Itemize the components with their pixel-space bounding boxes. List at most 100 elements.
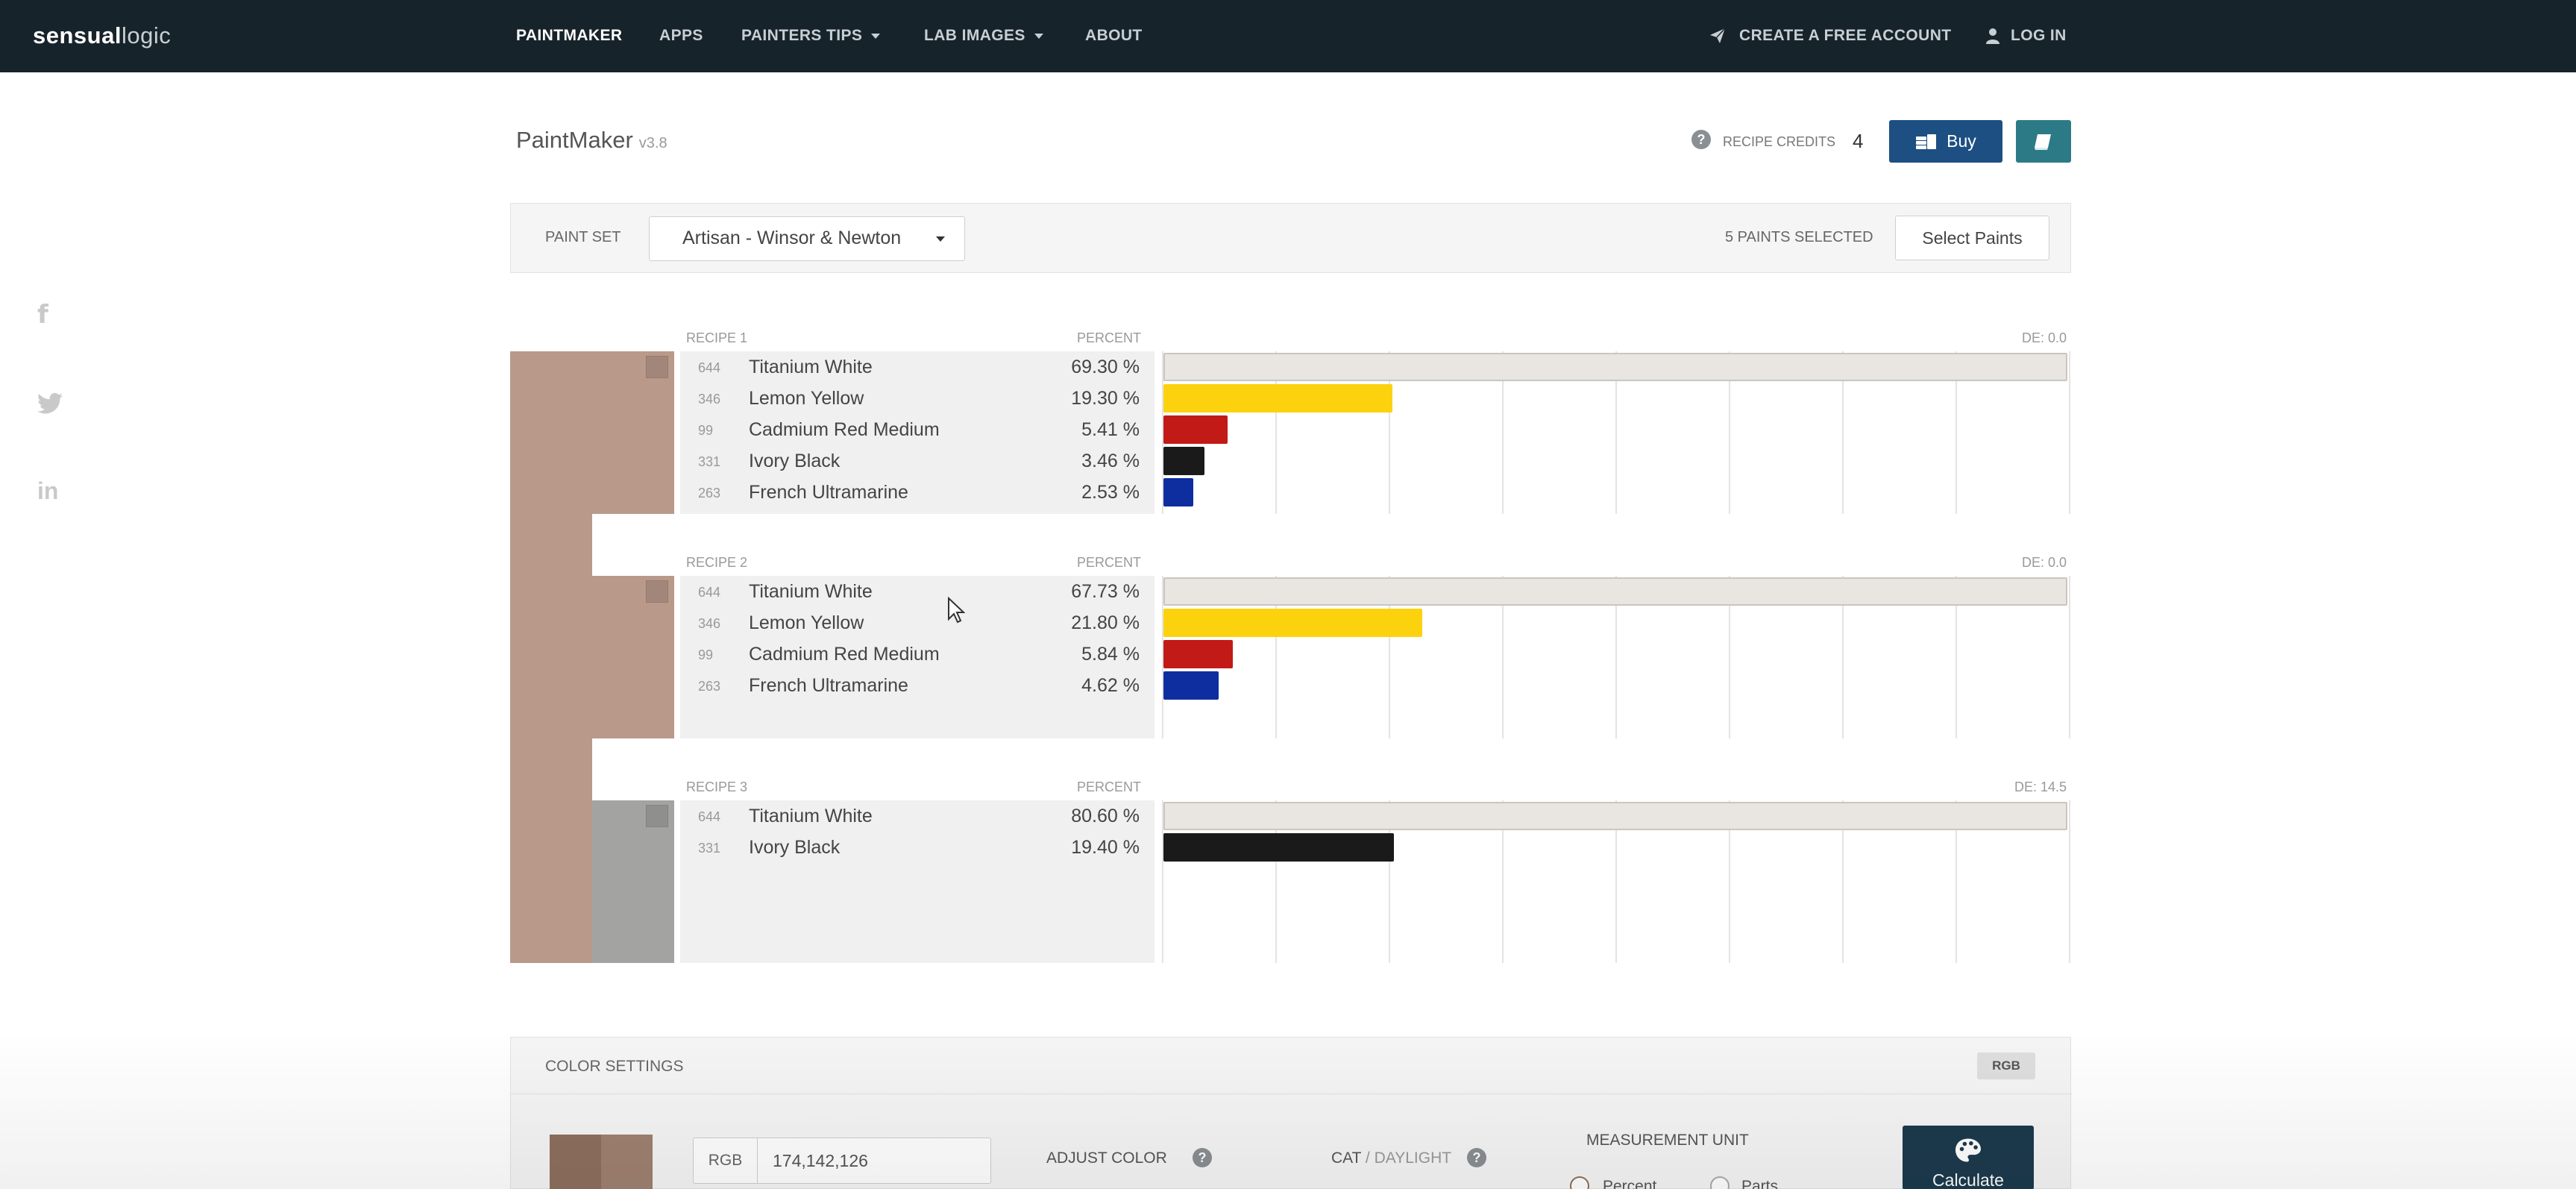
paint-amount-bar xyxy=(1163,384,1392,412)
nav-painters-tips[interactable]: PAINTERS TIPS xyxy=(741,27,881,45)
paint-percent: 67.73 % xyxy=(1071,581,1140,602)
create-account-link[interactable]: CREATE A FREE ACCOUNT xyxy=(1708,27,1952,45)
paint-percent: 80.60 % xyxy=(1071,806,1140,826)
paint-amount-bar xyxy=(1163,447,1204,475)
facebook-icon[interactable]: f xyxy=(37,300,48,330)
adjust-color-label: ADJUST COLOR xyxy=(1046,1149,1167,1167)
calculate-button-label: Calculate xyxy=(1932,1170,2004,1189)
recipe-bar-chart xyxy=(1162,800,2071,963)
measurement-unit-label: MEASUREMENT UNIT xyxy=(1586,1132,1749,1149)
rgb-input-group[interactable]: RGB 174,142,126 xyxy=(693,1138,991,1184)
unit-parts-radio[interactable] xyxy=(1710,1176,1730,1189)
paint-percent: 19.40 % xyxy=(1071,837,1140,858)
paint-set-bar: PAINT SET Artisan - Winsor & Newton 5 PA… xyxy=(510,203,2071,273)
paint-percent: 69.30 % xyxy=(1071,357,1140,377)
chevron-down-icon xyxy=(1034,33,1043,39)
top-navbar: sensuallogic PAINTMAKER APPS PAINTERS TI… xyxy=(0,0,2576,72)
mouse-cursor-icon xyxy=(948,597,965,624)
delta-e-value: DE: 14.5 xyxy=(2014,779,2067,794)
paint-row[interactable]: 263 French Ultramarine 4.62 % xyxy=(680,670,1155,701)
chart-grid-line xyxy=(2069,576,2070,738)
percent-header: PERCENT xyxy=(1077,330,1142,345)
paint-percent: 5.41 % xyxy=(1081,419,1140,440)
recipe-mini-swatch[interactable] xyxy=(646,580,668,603)
paint-amount-bar xyxy=(1163,640,1233,668)
recipe-mini-swatch[interactable] xyxy=(646,356,668,378)
swatch-part xyxy=(601,1135,653,1189)
recipe-title: RECIPE 2 xyxy=(686,555,748,570)
nav-apps[interactable]: APPS xyxy=(659,27,703,45)
nav-about[interactable]: ABOUT xyxy=(1085,27,1143,45)
paint-amount-bar xyxy=(1163,577,2067,606)
guide-button[interactable] xyxy=(2016,120,2071,163)
paint-code: 644 xyxy=(698,360,721,375)
paint-code: 346 xyxy=(698,616,721,631)
twitter-icon[interactable] xyxy=(37,392,63,415)
paint-row[interactable]: 99 Cadmium Red Medium 5.84 % xyxy=(680,639,1155,670)
linkedin-icon[interactable]: in xyxy=(37,477,58,505)
recipe-paint-list: 644 Titanium White 69.30 % 346 Lemon Yellow 1… xyxy=(680,351,1155,514)
login-link[interactable]: LOG IN xyxy=(1985,27,2067,45)
recipe-mini-swatch[interactable] xyxy=(646,805,668,827)
paint-row[interactable]: 99 Cadmium Red Medium 5.41 % xyxy=(680,414,1155,445)
help-icon[interactable]: ? xyxy=(1193,1148,1212,1167)
buy-button-label: Buy xyxy=(1947,131,1976,151)
paint-set-selected-value: Artisan - Winsor & Newton xyxy=(682,228,902,248)
rgb-mode-badge[interactable]: RGB xyxy=(1977,1052,2035,1079)
user-icon xyxy=(1986,28,1999,44)
logo-light: logic xyxy=(121,22,172,48)
paint-row[interactable]: 644 Titanium White 67.73 % xyxy=(680,576,1155,607)
palette-icon xyxy=(1955,1138,1981,1162)
nav-paintmaker[interactable]: PAINTMAKER xyxy=(516,27,622,45)
logo[interactable]: sensuallogic xyxy=(33,22,171,49)
rgb-input-value[interactable]: 174,142,126 xyxy=(773,1151,868,1171)
paint-amount-bar xyxy=(1163,671,1219,700)
paint-name: French Ultramarine xyxy=(749,675,908,696)
color-settings-header: COLOR SETTINGS RGB xyxy=(511,1038,2072,1094)
paint-amount-bar xyxy=(1163,609,1422,637)
nav-lab-images-label: LAB IMAGES xyxy=(924,27,1025,44)
help-icon[interactable]: ? xyxy=(1691,130,1711,149)
paint-row[interactable]: 644 Titanium White 80.60 % xyxy=(680,800,1155,832)
paint-code: 644 xyxy=(698,809,721,824)
recipe-credits-value: 4 xyxy=(1853,130,1864,152)
paint-percent: 4.62 % xyxy=(1081,675,1140,696)
select-paints-button[interactable]: Select Paints xyxy=(1895,216,2049,260)
paint-amount-bar xyxy=(1163,833,1394,862)
paint-amount-bar xyxy=(1163,415,1228,444)
paint-set-select[interactable]: Artisan - Winsor & Newton xyxy=(649,216,965,261)
calculate-button[interactable]: Calculate xyxy=(1903,1126,2034,1189)
paint-name: Lemon Yellow xyxy=(749,388,864,409)
nav-painters-tips-label: PAINTERS TIPS xyxy=(741,27,863,44)
percent-header: PERCENT xyxy=(1077,555,1142,570)
unit-percent-radio[interactable] xyxy=(1570,1176,1589,1189)
paint-row[interactable]: 263 French Ultramarine 2.53 % xyxy=(680,477,1155,508)
app-version: v3.8 xyxy=(638,135,667,151)
paint-row[interactable]: 346 Lemon Yellow 21.80 % xyxy=(680,607,1155,639)
paint-row[interactable]: 644 Titanium White 69.30 % xyxy=(680,351,1155,383)
paint-percent: 3.46 % xyxy=(1081,451,1140,471)
delta-e-value: DE: 0.0 xyxy=(2021,330,2067,345)
logo-bold: sensual xyxy=(33,22,122,48)
paint-name: Titanium White xyxy=(749,806,873,826)
paint-name: Ivory Black xyxy=(749,451,841,471)
app-name: PaintMaker xyxy=(516,127,633,153)
unit-parts-label: Parts xyxy=(1741,1178,1779,1189)
paint-row[interactable]: 346 Lemon Yellow 19.30 % xyxy=(680,383,1155,414)
paint-code: 99 xyxy=(698,423,714,438)
paint-row[interactable]: 331 Ivory Black 19.40 % xyxy=(680,832,1155,863)
recipe-credits-label: RECIPE CREDITS xyxy=(1723,134,1836,149)
paint-set-label: PAINT SET xyxy=(545,229,621,245)
target-color-column xyxy=(510,351,592,963)
buy-button[interactable]: Buy xyxy=(1889,120,2002,163)
nav-lab-images[interactable]: LAB IMAGES xyxy=(924,27,1043,45)
help-icon[interactable]: ? xyxy=(1467,1148,1486,1167)
paint-percent: 5.84 % xyxy=(1081,644,1140,665)
paint-row[interactable]: 331 Ivory Black 3.46 % xyxy=(680,445,1155,477)
create-account-label: CREATE A FREE ACCOUNT xyxy=(1739,27,1952,44)
paper-plane-icon xyxy=(1710,28,1726,43)
color-settings-title: COLOR SETTINGS xyxy=(545,1058,684,1075)
paint-name: Cadmium Red Medium xyxy=(749,419,940,440)
paint-code: 263 xyxy=(698,679,721,694)
paint-name: French Ultramarine xyxy=(749,482,908,503)
